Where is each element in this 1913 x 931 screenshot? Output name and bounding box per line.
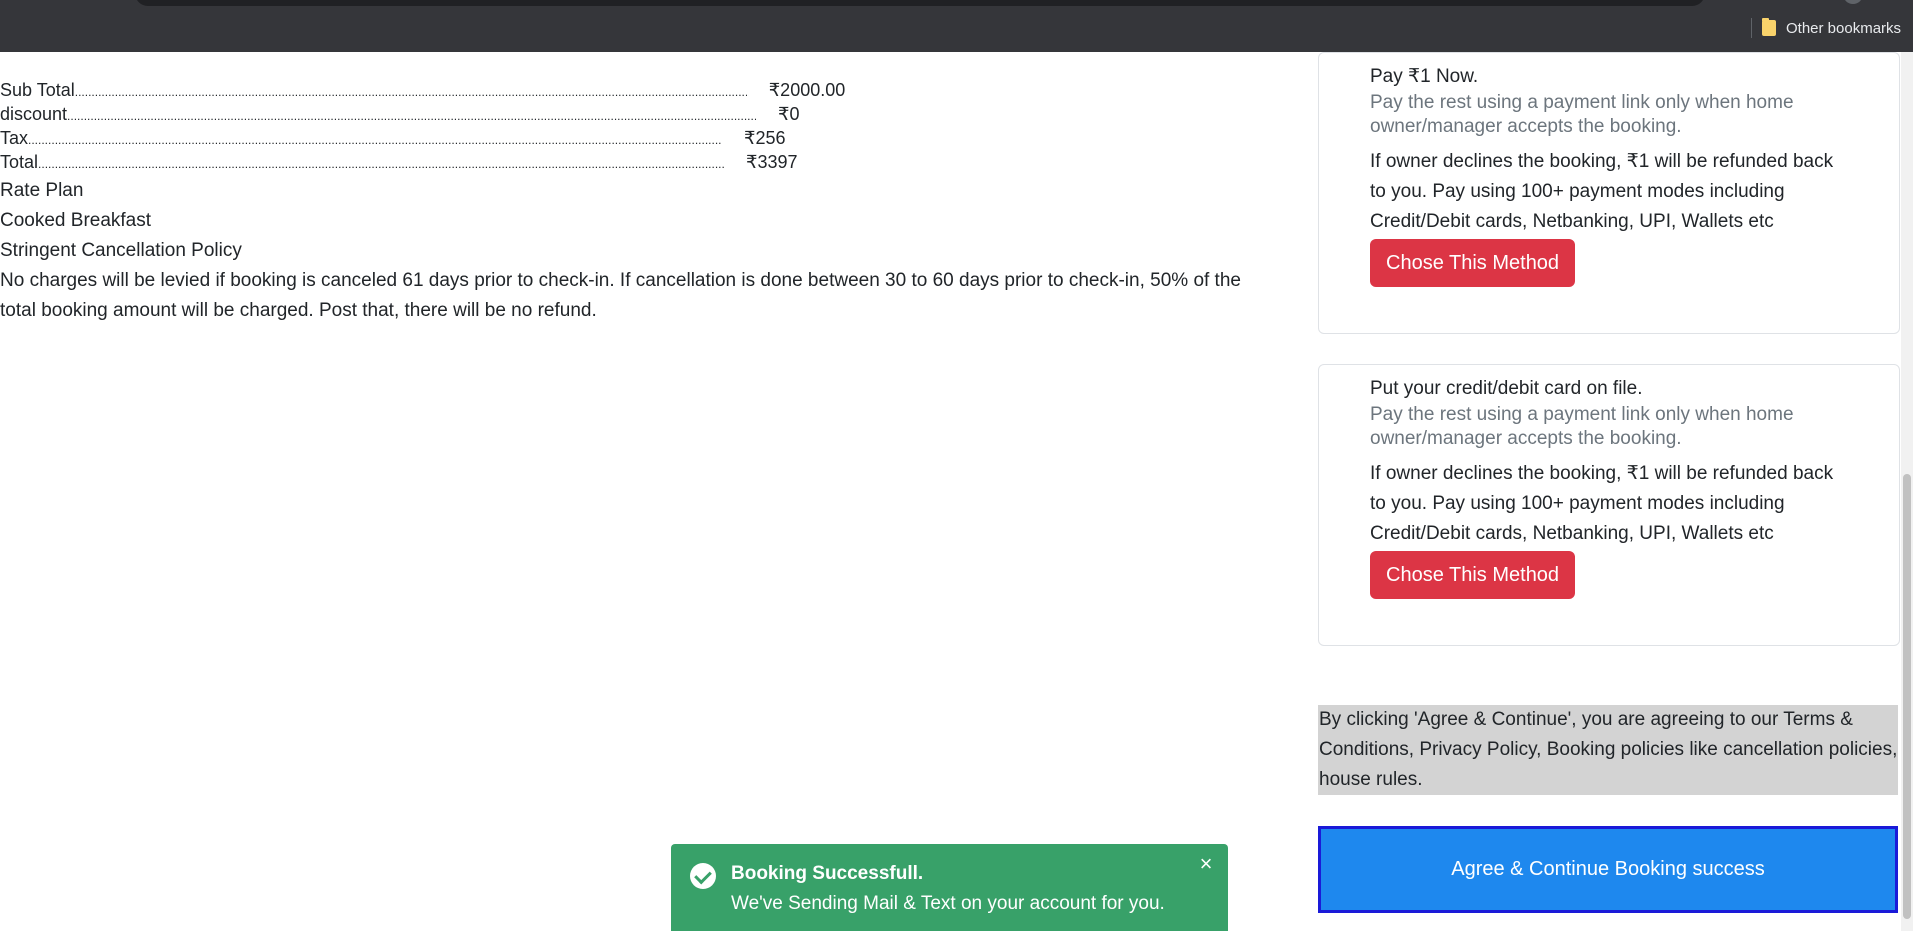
toast-message: We've Sending Mail & Text on your accoun… xyxy=(731,893,1165,914)
discount-amount: ₹0 xyxy=(778,104,800,124)
bookmark-separator xyxy=(1751,18,1752,38)
total-label: Total xyxy=(0,152,39,172)
payment-method-title: Put your credit/debit card on file. xyxy=(1370,378,1643,399)
toast-title: Booking Successfull. xyxy=(731,863,924,884)
booking-summary: Sub Total ₹2000.00 discount ₹0 Tax ₹256 … xyxy=(0,52,1260,326)
payment-method-details: If owner declines the booking, ₹1 will b… xyxy=(1370,463,1834,544)
tax-amount: ₹256 xyxy=(744,128,786,148)
policy-text: No charges will be levied if booking is … xyxy=(0,270,1241,321)
subtotal-row: Sub Total ₹2000.00 xyxy=(0,78,1260,102)
other-bookmarks-label: Other bookmarks xyxy=(1786,19,1902,37)
agree-continue-button[interactable]: Agree & Continue Booking success xyxy=(1318,826,1898,913)
payment-method-subtitle: Pay the rest using a payment link only w… xyxy=(1370,404,1794,449)
tax-row: Tax ₹256 xyxy=(0,126,1260,150)
tax-label: Tax xyxy=(0,128,29,148)
address-bar[interactable] xyxy=(135,0,1705,6)
other-bookmarks-button[interactable]: Other bookmarks xyxy=(1762,17,1901,39)
price-breakdown: Sub Total ₹2000.00 discount ₹0 Tax ₹256 … xyxy=(0,78,1260,174)
subtotal-label: Sub Total xyxy=(0,80,75,100)
rate-plan-value: Cooked Breakfast xyxy=(0,210,152,231)
discount-row: discount ₹0 xyxy=(0,102,1260,126)
total-row: Total ₹3397 xyxy=(0,150,1260,174)
total-amount: ₹3397 xyxy=(746,152,798,172)
folder-icon xyxy=(1762,18,1776,36)
discount-label: discount xyxy=(0,104,68,124)
payment-method-details: If owner declines the booking, ₹1 will b… xyxy=(1370,151,1834,232)
browser-toolbar: Other bookmarks xyxy=(0,0,1913,52)
choose-method-button[interactable]: Chose This Method xyxy=(1370,551,1576,599)
success-toast: Booking Successfull. We've Sending Mail … xyxy=(671,844,1228,931)
payment-method-subtitle: Pay the rest using a payment link only w… xyxy=(1370,92,1794,137)
policy-heading: Stringent Cancellation Policy xyxy=(0,240,242,261)
scrollbar-thumb[interactable] xyxy=(1903,474,1911,919)
terms-notice: By clicking 'Agree & Continue', you are … xyxy=(1318,705,1898,795)
payment-method-card: Put your credit/debit card on file. Pay … xyxy=(1318,364,1900,646)
payment-method-card: Pay ₹1 Now. Pay the rest using a payment… xyxy=(1318,52,1900,334)
close-icon[interactable]: × xyxy=(1196,853,1216,875)
choose-method-button[interactable]: Chose This Method xyxy=(1370,239,1576,287)
subtotal-amount: ₹2000.00 xyxy=(768,80,846,100)
rate-plan-heading: Rate Plan xyxy=(0,180,84,201)
check-circle-icon xyxy=(690,863,716,889)
payment-method-title: Pay ₹1 Now. xyxy=(1370,66,1479,87)
profile-avatar[interactable] xyxy=(1843,0,1863,4)
